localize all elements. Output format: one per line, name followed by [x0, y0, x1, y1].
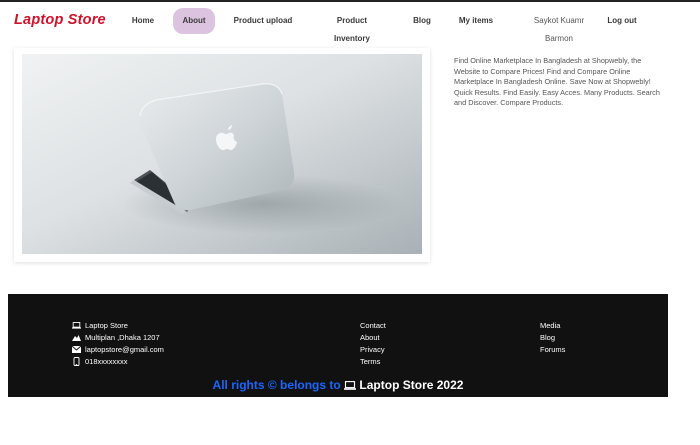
laptop-icon [72, 321, 81, 330]
nav-home[interactable]: Home [128, 8, 158, 34]
logout-button[interactable]: Log out [607, 8, 637, 34]
footer-link-blog[interactable]: Blog [540, 332, 555, 342]
brand-logo[interactable]: Laptop Store [14, 12, 106, 28]
footer-brand-line: Laptop Store [72, 320, 128, 330]
footer-address: Multiplan ,Dhaka 1207 [85, 332, 160, 342]
laptop-photo [22, 54, 422, 254]
phone-icon [72, 356, 81, 366]
copyright-brand: Laptop Store 2022 [359, 378, 464, 392]
footer-email[interactable]: laptopstore@gmail.com [85, 345, 164, 354]
footer-link-terms[interactable]: Terms [360, 356, 380, 366]
nav-blog[interactable]: Blog [411, 8, 433, 34]
nav-about[interactable]: About [173, 8, 215, 34]
footer-link-contact[interactable]: Contact [360, 320, 386, 330]
about-description: Find Online Marketplace In Bangladesh at… [454, 56, 660, 108]
hero-image-card [14, 48, 430, 262]
footer-email-line: laptopstore@gmail.com [72, 344, 164, 354]
copyright: All rights © belongs to Laptop Store 202… [8, 378, 668, 392]
footer-link-privacy[interactable]: Privacy [360, 344, 385, 354]
nav-username: Saykot Kuamr Barmon [533, 16, 585, 43]
top-border [0, 0, 700, 2]
nav-product-inventory[interactable]: Product Inventory [318, 8, 386, 43]
laptop-icon [344, 381, 357, 391]
footer-phone: 018xxxxxxxx [85, 356, 128, 366]
footer-address-line: Multiplan ,Dhaka 1207 [72, 332, 160, 342]
footer-phone-line: 018xxxxxxxx [72, 356, 128, 366]
nav-my-items[interactable]: My items [458, 8, 494, 34]
footer-link-forums[interactable]: Forums [540, 344, 565, 354]
footer-link-media[interactable]: Media [540, 320, 560, 330]
location-icon [72, 333, 81, 342]
envelope-icon [72, 345, 81, 354]
footer: Laptop Store Multiplan ,Dhaka 1207 lapto… [8, 294, 668, 397]
footer-brand: Laptop Store [85, 320, 128, 330]
nav-product-upload[interactable]: Product upload [232, 8, 294, 34]
copyright-prefix: All rights © belongs to [212, 378, 341, 392]
footer-link-about[interactable]: About [360, 332, 380, 342]
